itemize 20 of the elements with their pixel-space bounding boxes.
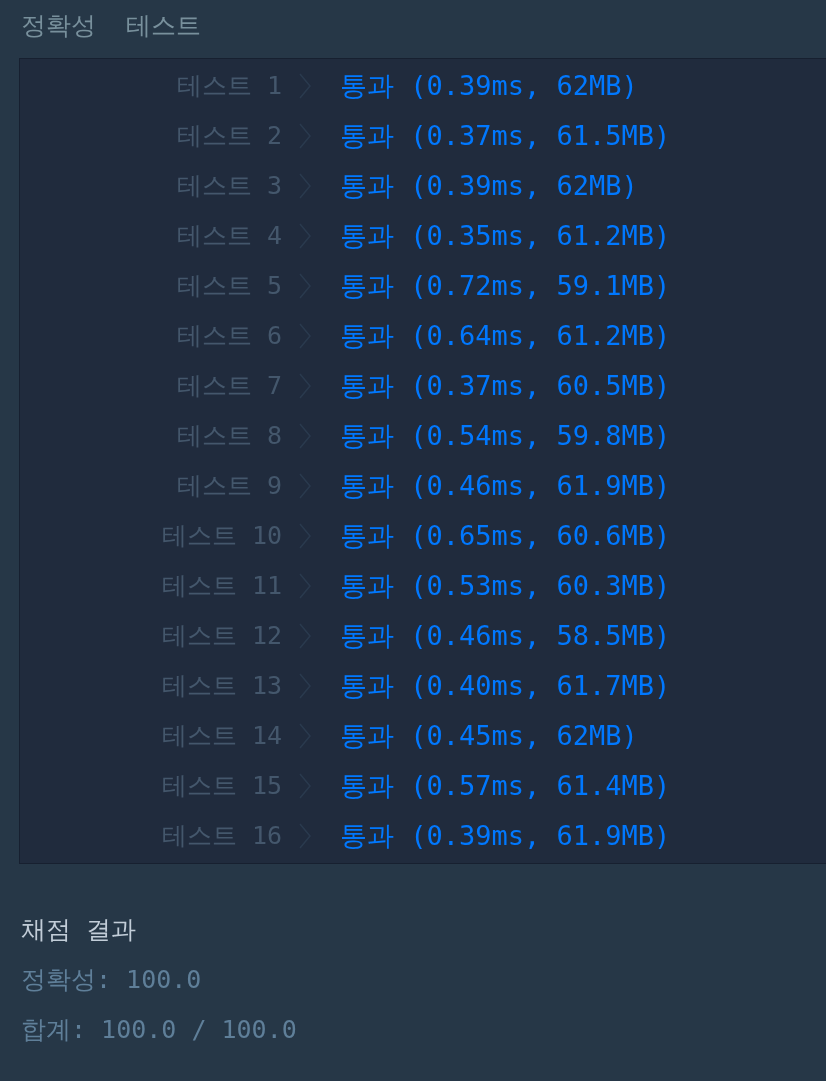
grading-title: 채점 결과 — [21, 914, 137, 946]
test-result: 통과 (0.72ms, 59.1MB) — [340, 268, 671, 303]
test-result: 통과 (0.64ms, 61.2MB) — [340, 318, 671, 353]
test-result: 통과 (0.53ms, 60.3MB) — [340, 568, 671, 603]
grading-line: 합계: 100.0 / 100.0 — [21, 1014, 297, 1046]
section-title: 정확성 테스트 — [21, 10, 202, 42]
test-result: 통과 (0.46ms, 58.5MB) — [340, 618, 671, 653]
test-result: 통과 (0.39ms, 62MB) — [340, 168, 638, 203]
test-result: 통과 (0.45ms, 62MB) — [340, 718, 638, 753]
test-result: 통과 (0.37ms, 61.5MB) — [340, 118, 671, 153]
test-result: 통과 (0.40ms, 61.7MB) — [340, 668, 671, 703]
test-result: 통과 (0.39ms, 61.9MB) — [340, 818, 671, 853]
test-result: 통과 (0.65ms, 60.6MB) — [340, 518, 671, 553]
test-result: 통과 (0.35ms, 61.2MB) — [340, 218, 671, 253]
test-result: 통과 (0.57ms, 61.4MB) — [340, 768, 671, 803]
test-result: 통과 (0.39ms, 62MB) — [340, 68, 638, 103]
test-result: 통과 (0.54ms, 59.8MB) — [340, 418, 671, 453]
test-result: 통과 (0.46ms, 61.9MB) — [340, 468, 671, 503]
test-result: 통과 (0.37ms, 60.5MB) — [340, 368, 671, 403]
grading-line: 정확성: 100.0 — [21, 964, 202, 996]
